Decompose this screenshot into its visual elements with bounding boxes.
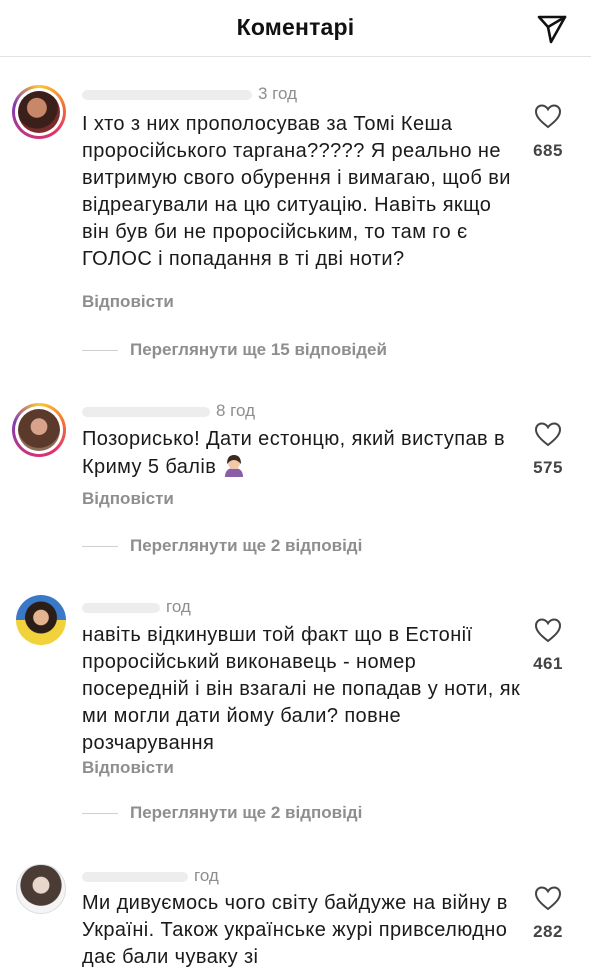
like-count: 282: [533, 922, 563, 941]
like-count: 685: [533, 141, 563, 160]
reply-button[interactable]: Відповісти: [82, 489, 174, 509]
view-replies-button[interactable]: Переглянути ще 15 відповідей: [82, 340, 387, 360]
heart-icon[interactable]: [534, 103, 562, 129]
comment-text-content: Позорисько! Дати естонцю, який виступав …: [82, 428, 506, 478]
like-count: 461: [533, 654, 563, 673]
comment-time: год: [166, 597, 191, 616]
heart-icon[interactable]: [534, 885, 562, 911]
header-bar: Коментарі: [0, 0, 591, 57]
like-count: 575: [533, 458, 563, 477]
avatar[interactable]: [16, 864, 66, 914]
facepalm-emoji: [225, 455, 244, 477]
comment-time: 3 год: [258, 84, 298, 103]
avatar[interactable]: [12, 403, 66, 457]
reply-button[interactable]: Відповісти: [82, 292, 174, 312]
view-replies-label: Переглянути ще 15 відповідей: [130, 340, 387, 359]
comment-text: Ми дивуємось чого світу байдуже на війну…: [82, 892, 508, 968]
comment-time: год: [194, 866, 219, 885]
avatar[interactable]: [16, 595, 66, 645]
view-replies-label: Переглянути ще 2 відповіді: [130, 536, 363, 555]
comment-text: навіть відкинувши той факт що в Естонії …: [82, 624, 521, 754]
reply-button[interactable]: Відповісти: [82, 758, 174, 778]
page-title: Коментарі: [236, 14, 355, 40]
comment-text: І хто з них прополосував за Томі Кеша пр…: [82, 113, 511, 270]
comment-time: 8 год: [216, 401, 256, 420]
comment-meta: год: [82, 866, 219, 886]
comment-meta: год: [82, 597, 191, 617]
comment-meta: 3 год: [82, 84, 297, 104]
view-replies-button[interactable]: Переглянути ще 2 відповіді: [82, 803, 362, 823]
heart-icon[interactable]: [534, 617, 562, 643]
view-replies-button[interactable]: Переглянути ще 2 відповіді: [82, 536, 362, 556]
heart-icon[interactable]: [534, 421, 562, 447]
send-icon[interactable]: [535, 12, 569, 46]
comment-meta: 8 год: [82, 401, 255, 421]
avatar[interactable]: [12, 85, 66, 139]
comment-text: Позорисько! Дати естонцю, який виступав …: [82, 426, 522, 481]
view-replies-label: Переглянути ще 2 відповіді: [130, 803, 363, 822]
